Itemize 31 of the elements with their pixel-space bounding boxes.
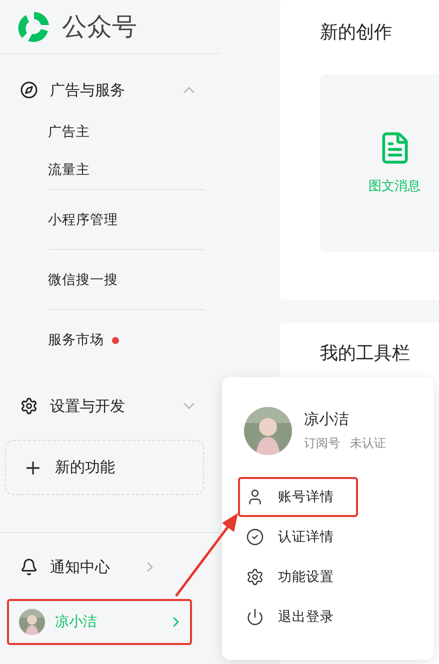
nav-group[interactable]: 广告与服务 [0, 68, 220, 112]
nav-item[interactable]: 广告主 [48, 122, 90, 140]
menu-item[interactable]: 退出登录 [238, 597, 358, 637]
settings-icon [246, 568, 264, 586]
avatar [19, 609, 45, 635]
card-title: 我的工具栏 [320, 342, 411, 365]
menu-item[interactable]: 功能设置 [238, 557, 358, 597]
logo-text: 公众号 [62, 11, 137, 43]
nav-item[interactable]: 小程序管理 [48, 210, 118, 228]
nav-group-label: 广告与服务 [50, 80, 126, 100]
nav-group[interactable]: 设置与开发 [0, 384, 220, 428]
notification-dot [112, 336, 119, 344]
compass-icon [20, 81, 38, 99]
nav-item[interactable]: 微信搜一搜 [48, 270, 118, 288]
avatar [244, 407, 292, 455]
power-icon [246, 608, 264, 626]
new-feature-button[interactable]: 新的功能 [5, 440, 204, 495]
nav-item[interactable]: 流量主 [48, 161, 90, 179]
verification-status: 未认证 [350, 435, 386, 452]
menu-item[interactable]: 账号详情 [238, 477, 358, 517]
menu-item[interactable]: 认证详情 [238, 517, 358, 557]
notification-center[interactable]: 通知中心 [0, 545, 220, 589]
card-title: 新的创作 [320, 21, 393, 44]
user-icon [246, 488, 264, 506]
nav-group-label: 设置与开发 [50, 396, 126, 416]
account-name: 凉小洁 [304, 410, 350, 429]
check-circle-icon [246, 528, 264, 546]
bell-icon [20, 558, 38, 576]
settings-icon [20, 397, 38, 415]
account-type: 订阅号 [304, 435, 340, 452]
nav-item[interactable]: 服务市场 [48, 331, 104, 349]
